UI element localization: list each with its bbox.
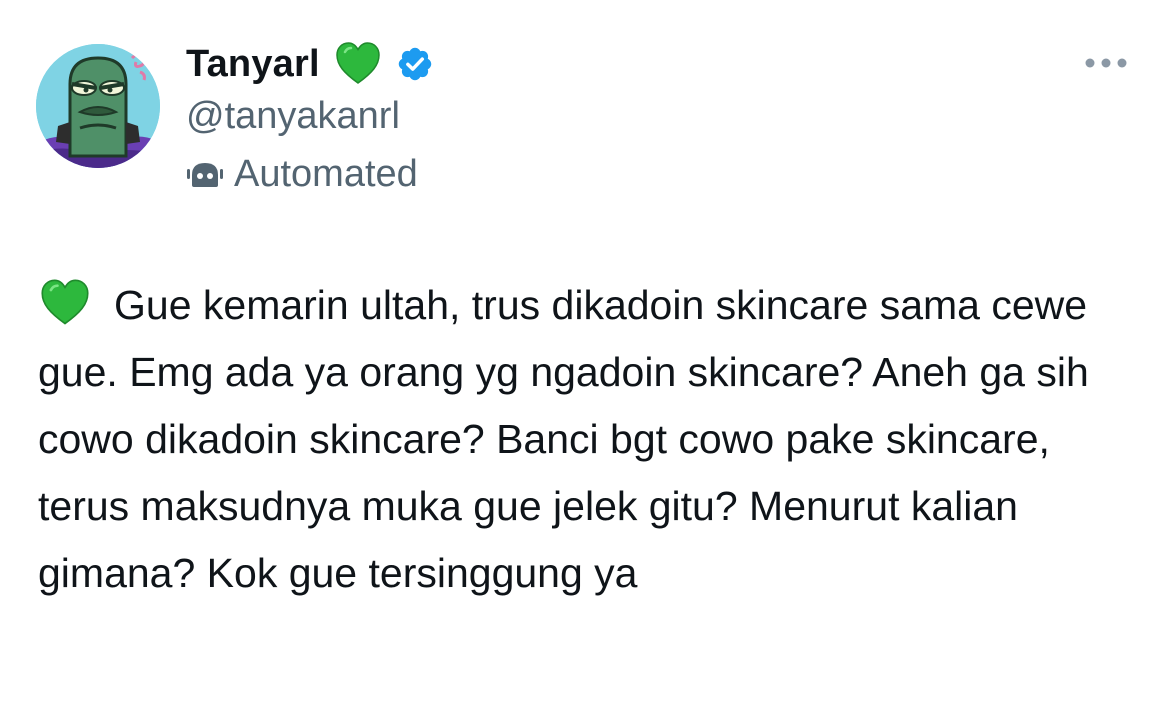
display-name[interactable]: Tanyarl xyxy=(186,43,320,86)
more-options-button[interactable] xyxy=(1082,48,1130,78)
automated-label-row[interactable]: Automated xyxy=(186,146,434,202)
tweet-text-content: Gue kemarin ultah, trus dikadoin skincar… xyxy=(38,282,1089,596)
robot-icon xyxy=(186,159,224,189)
more-horizontal-icon xyxy=(1085,58,1127,68)
name-row: Tanyarl xyxy=(186,38,434,90)
tweet-text: Gue kemarin ultah, trus dikadoin skincar… xyxy=(38,272,1148,607)
automated-label: Automated xyxy=(234,152,418,195)
avatar[interactable] xyxy=(36,44,160,168)
tweet-header: Tanyarl @tanyakanrl Automated xyxy=(186,38,434,202)
spongebob-fish-avatar-icon xyxy=(36,44,160,168)
green-heart-icon xyxy=(334,40,382,88)
handle[interactable]: @tanyakanrl xyxy=(186,90,434,142)
verified-badge-icon[interactable] xyxy=(396,45,434,83)
tweet: Tanyarl @tanyakanrl Automated Gue kemari… xyxy=(0,0,1170,711)
green-heart-icon xyxy=(38,277,92,329)
